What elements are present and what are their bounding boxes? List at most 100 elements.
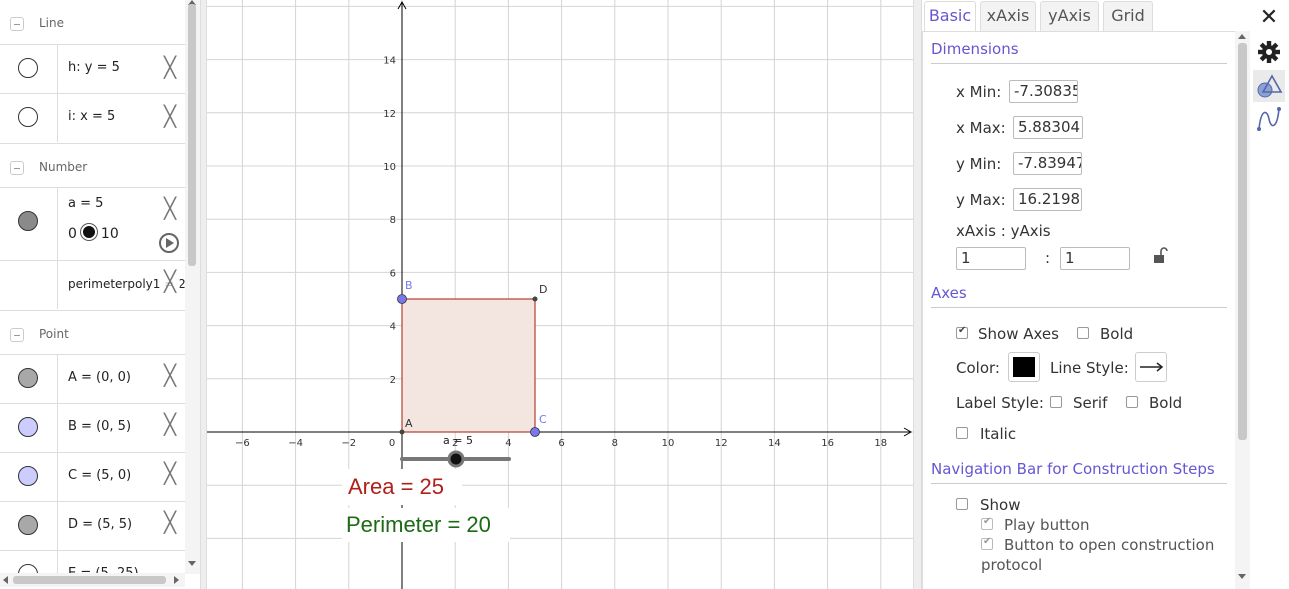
row-separator xyxy=(57,261,58,309)
graphics-settings-tab[interactable] xyxy=(1253,70,1285,102)
ymax-input[interactable]: 16.21982 xyxy=(1013,188,1082,211)
point-A[interactable] xyxy=(399,429,405,435)
tab-yaxis[interactable]: yAxis xyxy=(1040,1,1099,31)
visibility-marble-icon[interactable] xyxy=(18,107,38,127)
area-text[interactable]: Area = 25 xyxy=(348,474,444,499)
algebra-expression[interactable]: h: y = 5 xyxy=(68,60,120,75)
collapse-toggle-icon[interactable] xyxy=(10,17,24,31)
y-tick-label: 8 xyxy=(390,215,396,226)
algebra-row-A[interactable]: A = (0, 0) ╳ xyxy=(0,354,185,403)
algebra-vertical-scrollbar[interactable] xyxy=(185,0,200,574)
point-D[interactable] xyxy=(532,296,538,302)
panel-divider[interactable] xyxy=(913,0,922,589)
algebra-row-B[interactable]: B = (0, 5) ╳ xyxy=(0,403,185,452)
x-tick-label: 10 xyxy=(662,438,675,449)
close-icon[interactable]: ✕ xyxy=(1255,4,1283,32)
delete-icon[interactable]: ╳ xyxy=(160,106,180,126)
bold-checkbox[interactable] xyxy=(1077,327,1089,339)
xmin-input[interactable]: -7.30835 xyxy=(1009,80,1078,103)
delete-icon[interactable]: ╳ xyxy=(160,463,180,483)
play-button-checkbox[interactable] xyxy=(981,516,993,530)
bold-label: Bold xyxy=(1100,325,1134,343)
open-protocol-checkbox[interactable] xyxy=(981,536,993,550)
show-axes-checkbox[interactable] xyxy=(956,325,968,339)
slider-knob[interactable] xyxy=(80,224,97,240)
delete-icon[interactable]: ╳ xyxy=(160,414,180,434)
play-icon[interactable] xyxy=(159,233,179,253)
tab-xaxis[interactable]: xAxis xyxy=(980,1,1036,31)
show-nav-checkbox[interactable] xyxy=(956,498,968,510)
unlock-icon[interactable] xyxy=(1152,246,1170,268)
serif-checkbox[interactable] xyxy=(1050,396,1062,408)
label-bold-checkbox[interactable] xyxy=(1126,396,1138,408)
collapse-toggle-icon[interactable] xyxy=(10,328,24,342)
ymin-label: y Min: xyxy=(956,155,1002,173)
panel-divider[interactable] xyxy=(200,0,207,589)
algebra-row-h[interactable]: h: y = 5 ╳ xyxy=(0,44,185,93)
algebra-expression[interactable]: i: x = 5 xyxy=(68,109,115,124)
x-tick-label: −2 xyxy=(341,438,356,449)
graphics-view[interactable]: −6 −4 −2 0 2 4 6 8 10 12 14 16 18 2 4 6 8 10 12 14 A B C D… xyxy=(207,0,913,589)
function-curve-icon[interactable] xyxy=(1255,105,1283,133)
algebra-horizontal-scrollbar[interactable] xyxy=(0,573,185,587)
visibility-marble-icon[interactable] xyxy=(18,368,38,388)
delete-icon[interactable]: ╳ xyxy=(160,512,180,532)
group-header-line[interactable]: Line xyxy=(0,0,185,44)
visibility-marble-icon[interactable] xyxy=(18,58,38,78)
group-label: Point xyxy=(39,327,69,341)
scroll-thumb[interactable] xyxy=(13,576,166,584)
delete-icon[interactable]: ╳ xyxy=(160,198,180,218)
ratio-y-input[interactable]: 1 xyxy=(1060,247,1130,270)
ymin-input[interactable]: -7.83947 xyxy=(1013,152,1082,175)
scroll-down-icon[interactable] xyxy=(188,561,196,566)
visibility-marble-icon[interactable] xyxy=(18,211,38,231)
algebra-expression[interactable]: C = (5, 0) xyxy=(68,468,131,483)
scroll-thumb[interactable] xyxy=(188,4,196,266)
scroll-thumb[interactable] xyxy=(1238,43,1247,440)
gear-icon[interactable] xyxy=(1255,38,1283,66)
scroll-left-icon[interactable] xyxy=(3,576,8,584)
y-tick-label: 2 xyxy=(390,375,396,386)
x-tick-label: 14 xyxy=(768,438,781,449)
graphics-canvas[interactable]: −6 −4 −2 0 2 4 6 8 10 12 14 16 18 2 4 6 8 10 12 14 A B C D… xyxy=(207,0,913,589)
scroll-down-icon[interactable] xyxy=(1238,574,1246,579)
slider-knob[interactable] xyxy=(447,450,465,468)
tab-grid[interactable]: Grid xyxy=(1103,1,1153,31)
square-polygon[interactable] xyxy=(401,298,536,433)
axis-color-button[interactable] xyxy=(1008,352,1040,382)
visibility-marble-icon[interactable] xyxy=(18,515,38,535)
algebra-expression[interactable]: a = 5 xyxy=(68,196,103,211)
algebra-expression[interactable]: A = (0, 0) xyxy=(68,370,131,385)
row-separator xyxy=(57,502,58,550)
tab-basic[interactable]: Basic xyxy=(924,1,976,31)
section-rule xyxy=(931,307,1227,308)
line-style-button[interactable] xyxy=(1135,352,1167,382)
point-B[interactable] xyxy=(397,294,407,304)
point-C[interactable] xyxy=(530,427,540,437)
xmax-input[interactable]: 5.88304 xyxy=(1013,116,1083,139)
visibility-marble-icon[interactable] xyxy=(18,466,38,486)
algebra-row-E[interactable]: E = (5, 25) xyxy=(0,550,185,574)
properties-vertical-scrollbar[interactable] xyxy=(1235,31,1250,589)
delete-icon[interactable]: ╳ xyxy=(160,271,180,291)
visibility-marble-icon[interactable] xyxy=(18,417,38,437)
axes xyxy=(207,0,913,589)
collapse-toggle-icon[interactable] xyxy=(10,161,24,175)
group-header-point[interactable]: Point xyxy=(0,310,185,354)
delete-icon[interactable]: ╳ xyxy=(160,365,180,385)
delete-icon[interactable]: ╳ xyxy=(160,57,180,77)
scroll-right-icon[interactable] xyxy=(174,576,179,584)
algebra-expression[interactable]: D = (5, 5) xyxy=(68,517,132,532)
scroll-up-icon[interactable] xyxy=(1238,34,1246,39)
italic-checkbox[interactable] xyxy=(956,427,968,439)
group-header-number[interactable]: Number xyxy=(0,143,185,187)
algebra-expression[interactable]: B = (0, 5) xyxy=(68,419,131,434)
ratio-x-input[interactable]: 1 xyxy=(956,247,1026,270)
algebra-row-i[interactable]: i: x = 5 ╳ xyxy=(0,93,185,142)
perimeter-text[interactable]: Perimeter = 20 xyxy=(346,512,491,537)
algebra-row-perimeter[interactable]: perimeterpoly1 = 20 ╳ xyxy=(0,260,185,309)
algebra-row-C[interactable]: C = (5, 0) ╳ xyxy=(0,452,185,501)
algebra-row-a[interactable]: a = 5 ╳ 0 10 xyxy=(0,187,185,260)
number-slider[interactable]: 0 10 xyxy=(68,224,119,242)
algebra-row-D[interactable]: D = (5, 5) ╳ xyxy=(0,501,185,550)
